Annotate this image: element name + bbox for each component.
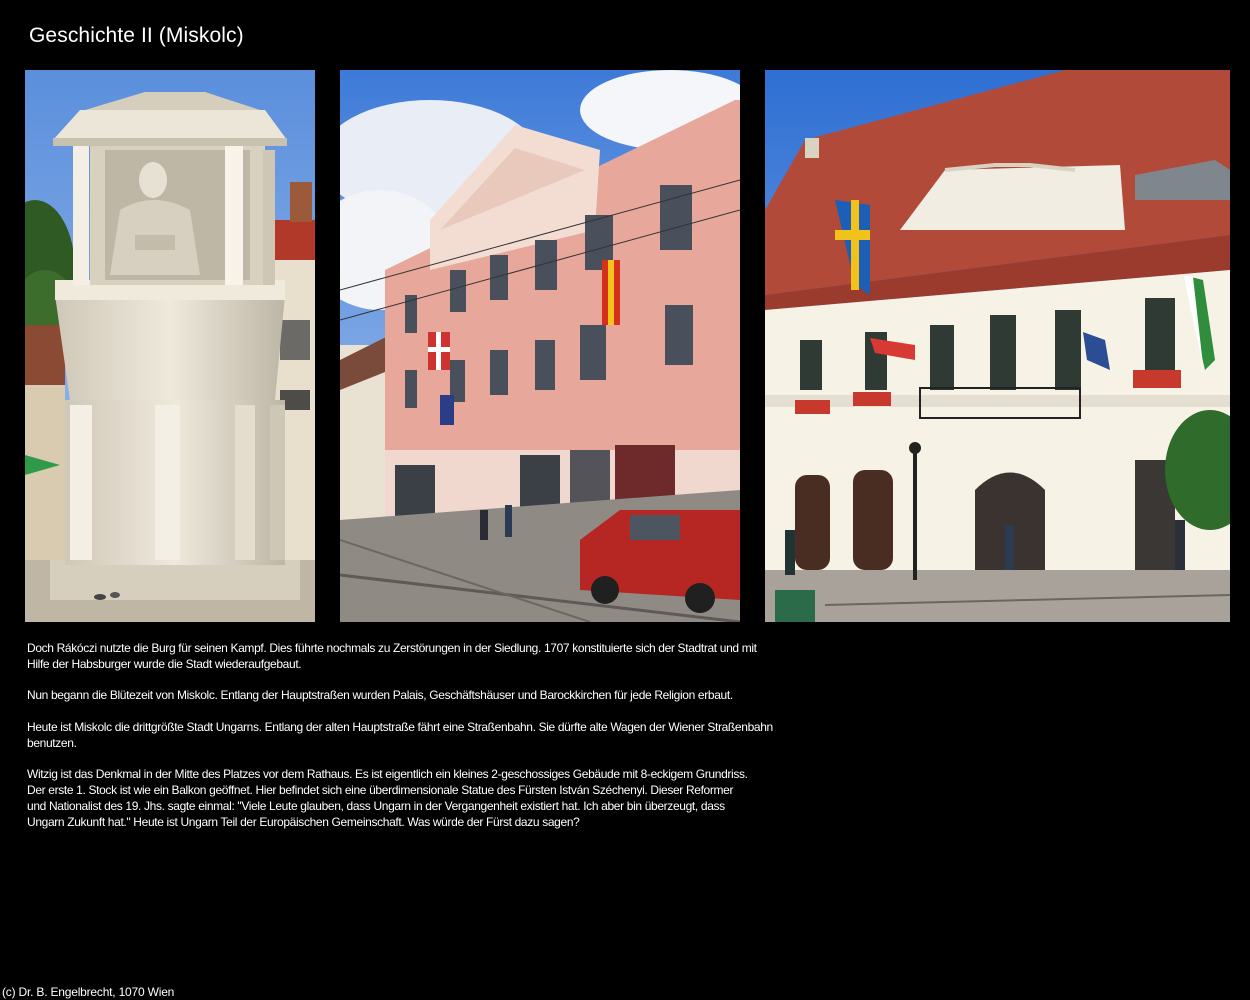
paragraph-3-line-1: Heute ist Miskolc die drittgrößte Stadt …	[27, 719, 773, 734]
paragraph-2-line-1: Nun begann die Blütezeit von Miskolc. En…	[27, 688, 733, 703]
photo-monument	[25, 70, 315, 622]
paragraph-1-line-1: Doch Rákóczi nutzte die Burg für seinen …	[27, 641, 757, 655]
paragraph-3-line-2: benutzen.	[27, 735, 77, 750]
paragraph-1-line-2: Hilfe der Habsburger wurde die Stadt wie…	[27, 656, 302, 671]
description-text: Doch Rákóczi nutzte die Burg für seinen …	[27, 641, 837, 831]
page-title: Geschichte II (Miskolc)	[29, 24, 244, 47]
paragraph-4: Witzig ist das Denkmal in der Mitte des …	[27, 767, 837, 830]
paragraph-4-line-4: Ungarn Zukunft hat." Heute ist Ungarn Te…	[27, 814, 580, 829]
paragraph-2: Nun begann die Blütezeit von Miskolc. En…	[27, 688, 837, 704]
paragraph-4-line-3: und Nationalist des 19. Jhs. sagte einma…	[27, 798, 725, 813]
copyright-footer: (c) Dr. B. Engelbrecht, 1070 Wien	[2, 985, 175, 999]
paragraph-4-line-1: Witzig ist das Denkmal in der Mitte des …	[27, 767, 748, 782]
photo-pink-palais	[340, 70, 740, 622]
page: Geschichte II (Miskolc) Doch Rákóczi nut…	[0, 0, 1250, 1000]
photo-town-hall	[765, 70, 1230, 622]
paragraph-3: Heute ist Miskolc die drittgrößte Stadt …	[27, 720, 837, 752]
paragraph-4-line-2: Der erste 1. Stock ist wie ein Balkon ge…	[27, 783, 734, 798]
paragraph-1: Doch Rákóczi nutzte die Burg für seinen …	[27, 641, 837, 673]
